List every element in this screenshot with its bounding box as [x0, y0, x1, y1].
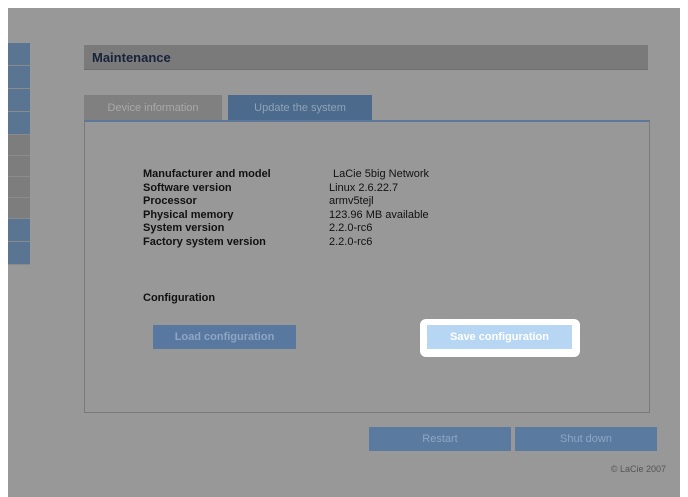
- sidebar-item-6[interactable]: [8, 156, 30, 177]
- sidebar-item-8[interactable]: [8, 198, 30, 219]
- window-frame-right: [680, 0, 688, 497]
- info-label: Manufacturer and model: [143, 168, 271, 180]
- info-value: 2.2.0-rc6: [329, 235, 373, 248]
- page-overlay: Maintenance Device information Update th…: [8, 8, 680, 497]
- info-value: 2.2.0-rc6: [329, 222, 373, 234]
- info-label: System version: [143, 222, 225, 234]
- tab-content-panel: Manufacturer and model LaCie 5big Networ…: [84, 120, 650, 413]
- sidebar-item-10[interactable]: [8, 242, 30, 265]
- info-label: Software version: [143, 181, 232, 194]
- info-value: 123.96 MB available: [329, 208, 429, 221]
- sidebar-item-5[interactable]: [8, 135, 30, 156]
- info-value: armv5tejl: [329, 195, 374, 207]
- page-title: Maintenance: [92, 50, 171, 65]
- info-value: Linux 2.6.22.7: [329, 181, 399, 194]
- info-value: LaCie 5big Network: [333, 168, 429, 180]
- load-configuration-button[interactable]: Load configuration: [153, 325, 296, 349]
- window-frame-top: [0, 0, 688, 8]
- info-label: Processor: [143, 195, 197, 207]
- tab-device-information[interactable]: Device information: [84, 95, 222, 120]
- sidebar-item-1[interactable]: [8, 43, 30, 66]
- info-label: Physical memory: [143, 208, 234, 221]
- configuration-heading: Configuration: [143, 292, 216, 304]
- sidebar-item-3[interactable]: [8, 89, 30, 112]
- save-configuration-button[interactable]: Save configuration: [427, 325, 572, 349]
- sidebar-item-9[interactable]: [8, 219, 30, 242]
- sidebar-item-7[interactable]: [8, 177, 30, 198]
- restart-button[interactable]: Restart: [369, 427, 511, 451]
- tab-update-the-system[interactable]: Update the system: [228, 95, 372, 120]
- sidebar-item-4[interactable]: [8, 112, 30, 135]
- page-title-bar: Maintenance: [84, 45, 648, 70]
- copyright-text: © LaCie 2007: [610, 464, 666, 474]
- window-frame-left: [0, 0, 8, 497]
- sidebar-item-2[interactable]: [8, 66, 30, 89]
- shutdown-button[interactable]: Shut down: [515, 427, 657, 451]
- info-label: Factory system version: [143, 235, 266, 248]
